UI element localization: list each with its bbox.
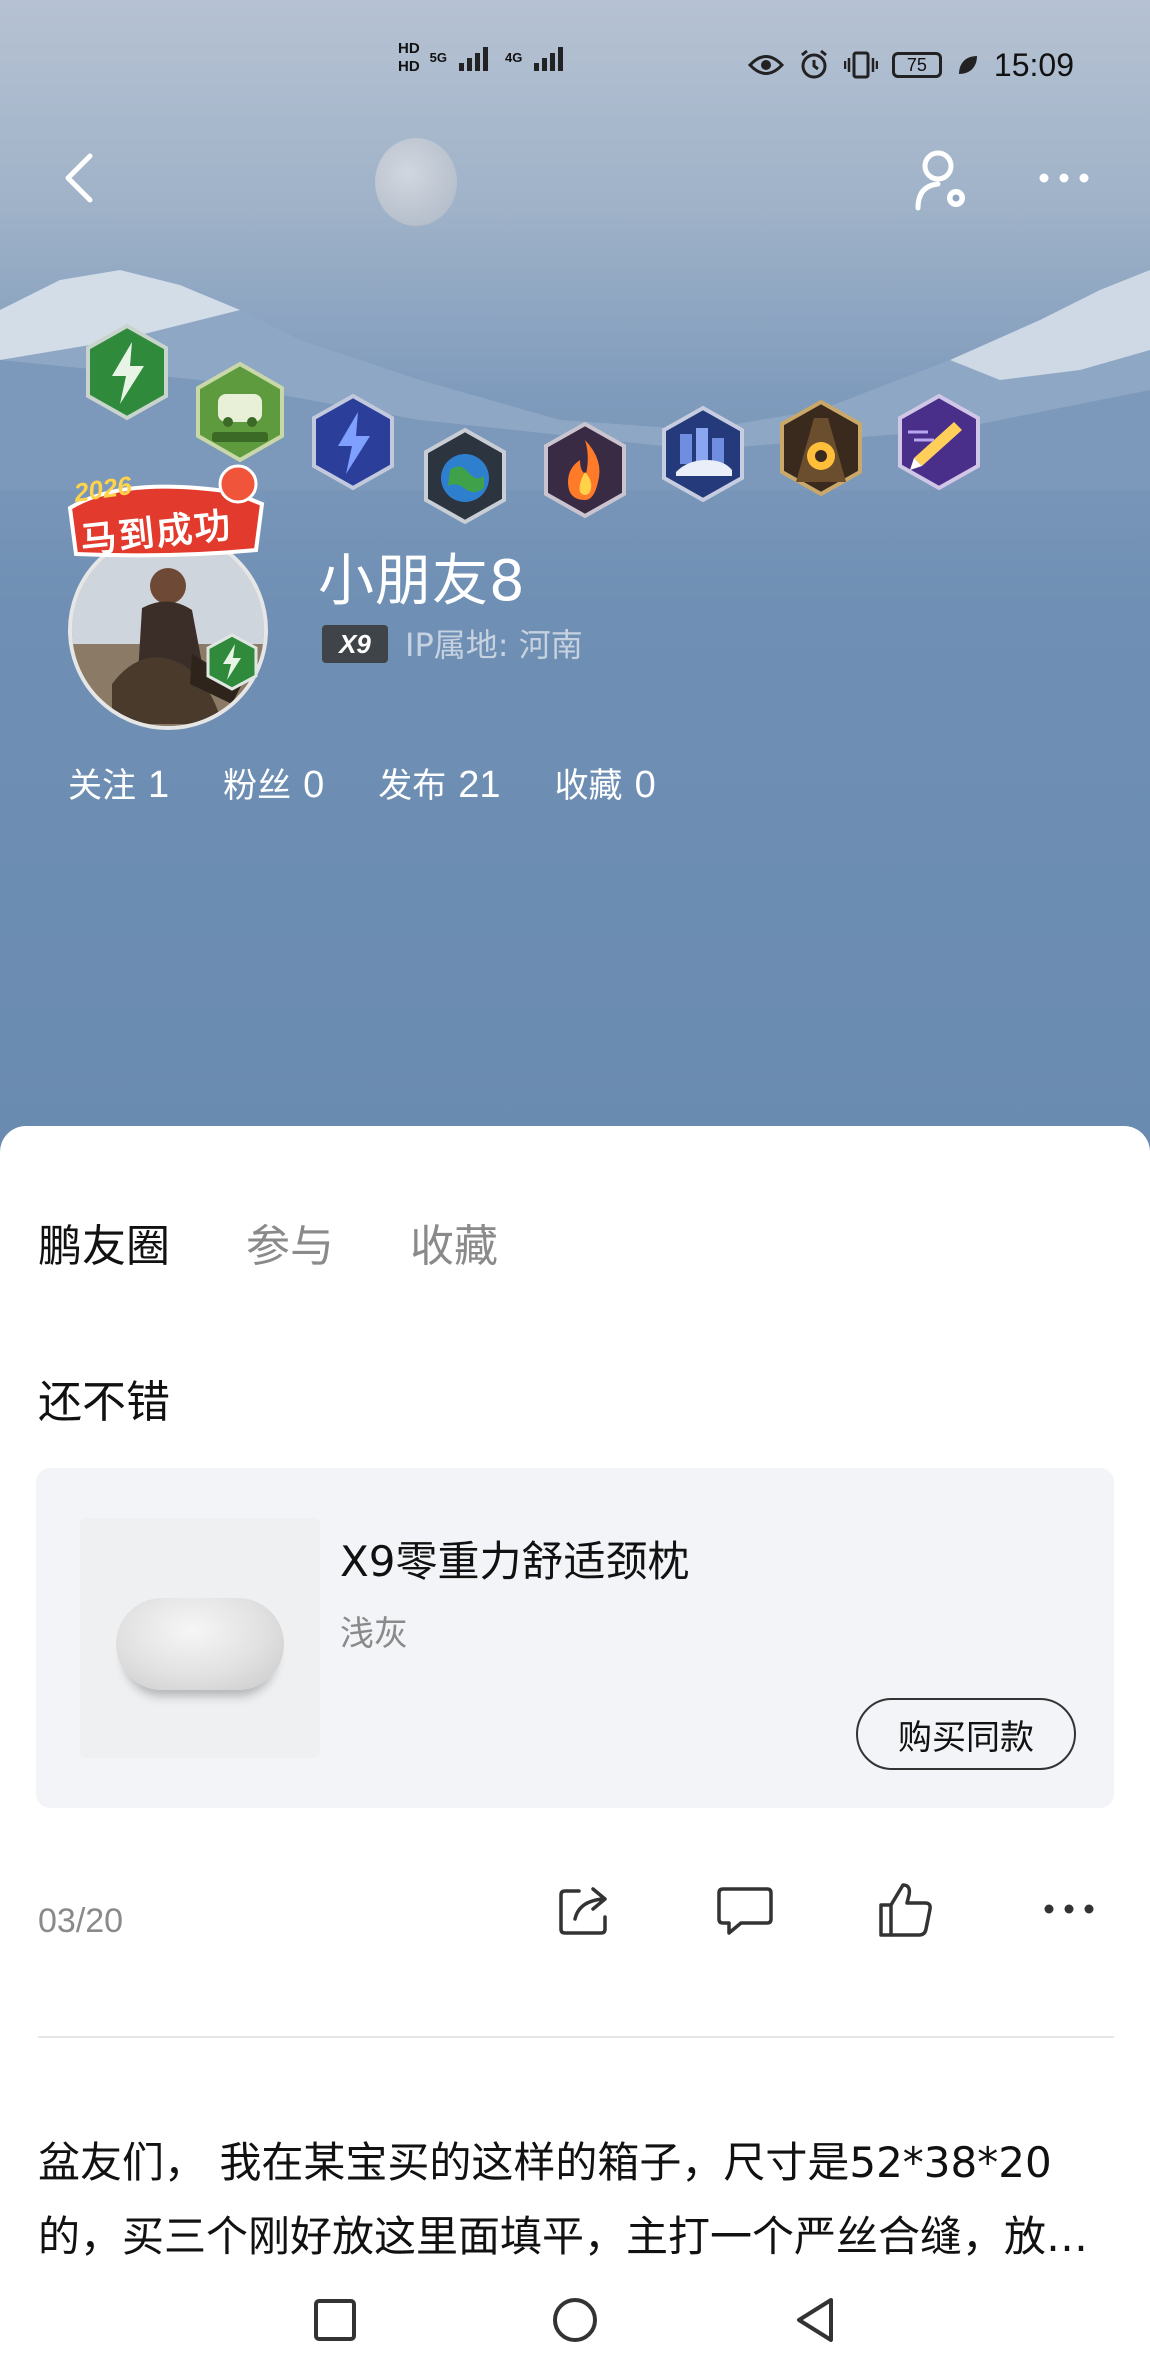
product-card[interactable]: X9零重力舒适颈枕 浅灰 购买同款 [36,1468,1114,1808]
content-sheet: 鹏友圈 参与 收藏 还不错 X9零重力舒适颈枕 浅灰 购买同款 03/20 盆友… [0,1126,1150,2372]
network-4g-label: 4G [505,50,523,65]
status-right: 75 15:09 [747,40,1074,90]
stat-favorites[interactable]: 收藏 0 [555,758,656,807]
tab-moments[interactable]: 鹏友圈 [38,1210,170,1274]
moon-decoration [375,138,457,226]
stat-label: 粉丝 [223,766,292,806]
username: 小朋友8 [318,549,526,614]
stat-value: 0 [303,764,325,806]
buy-same-button[interactable]: 购买同款 [856,1698,1076,1770]
badge-fire[interactable] [540,420,630,524]
network-5g-label: 5G [429,50,448,65]
signal-bars-icon [534,47,564,71]
app-screen: HD HD 5G 4G 75 15:09 2026 马到成功 小朋友8 X9 I… [0,0,1150,2372]
post-title[interactable]: 还不错 [38,1366,170,1430]
stat-posts[interactable]: 发布 21 [378,758,500,807]
hd-2-label: HD [398,58,420,75]
system-nav-bar [0,2270,1150,2372]
stat-followers[interactable]: 粉丝 0 [223,758,324,807]
more-options-button[interactable] [1034,160,1094,196]
stat-label: 收藏 [554,766,623,806]
lightning-badge-icon [86,323,168,421]
post-divider [38,2036,1114,2038]
hd-indicators: HD HD [398,40,420,76]
square-icon [314,2299,356,2341]
share-icon [559,1887,607,1935]
post-more-button[interactable] [1034,1874,1104,1944]
car-model-tag: X9 [322,625,388,663]
hd-1-label: HD [398,40,420,57]
lightning-badge-icon [206,633,258,691]
back-nav-button[interactable] [785,2290,845,2350]
badge-lightning-blue[interactable] [308,392,398,496]
recents-button[interactable] [305,2290,365,2350]
post-date: 03/20 [38,1902,124,1940]
stat-value: 0 [634,764,656,806]
stat-following[interactable]: 关注 1 [68,758,169,807]
product-image [80,1518,320,1758]
profile-stats: 关注 1 粉丝 0 发布 21 收藏 0 [68,758,710,807]
network-indicators: HD HD 5G 4G [398,40,570,76]
status-bar: HD HD 5G 4G 75 15:09 [0,40,1150,90]
like-button[interactable] [870,1874,940,1944]
triangle-back-icon [797,2298,833,2342]
stat-value: 1 [148,764,170,806]
fire-badge-icon [544,421,626,519]
product-name: X9零重力舒适颈枕 [340,1537,690,1586]
battery-indicator: 75 [891,52,942,78]
back-arrow-icon [65,153,93,203]
avatar-level-badge [204,632,260,692]
comment-icon [717,1887,773,1935]
badge-pencil[interactable] [894,392,984,496]
comment-button[interactable] [710,1874,780,1944]
globe-badge-icon [424,427,506,525]
tab-favorites[interactable]: 收藏 [410,1210,498,1274]
badge-lightning-green[interactable] [82,322,172,426]
badge-car-owner[interactable] [192,360,288,468]
alarm-icon [800,49,827,79]
stat-label: 关注 [68,766,136,806]
vibrate-icon [843,51,878,79]
lightning-badge-icon [312,393,394,491]
more-icon [1044,1904,1094,1914]
ip-location: IP属地: 河南 [405,626,583,664]
more-icon [1039,173,1089,183]
stat-label: 发布 [378,766,447,806]
circle-icon [553,2298,597,2342]
next-post-text[interactable]: 盆友们， 我在某宝买的这样的箱子，尺寸是52*38*20的，买三个刚好放这里面填… [38,2126,1114,2274]
product-variant: 浅灰 [340,1614,408,1654]
pillow-image [116,1598,284,1690]
stat-value: 21 [458,764,501,806]
badge-road[interactable] [776,398,866,502]
tab-participated[interactable]: 参与 [246,1210,334,1274]
badge-globe[interactable] [420,426,510,530]
signal-bars-icon [459,47,489,71]
badge-city-car[interactable] [658,404,748,508]
like-icon [879,1883,932,1937]
eye-icon [747,55,784,75]
back-button[interactable] [56,148,106,208]
share-button[interactable] [550,1874,620,1944]
car-owner-badge-icon [196,361,284,463]
content-tabs: 鹏友圈 参与 收藏 [38,1210,574,1274]
user-settings-button[interactable] [912,148,972,214]
home-button[interactable] [545,2290,605,2350]
pencil-badge-icon [898,393,980,491]
city-car-badge-icon [662,405,744,503]
road-badge-icon [780,399,862,497]
user-settings-icon [915,150,965,211]
clock: 15:09 [993,46,1074,83]
leaf-icon [958,56,977,74]
